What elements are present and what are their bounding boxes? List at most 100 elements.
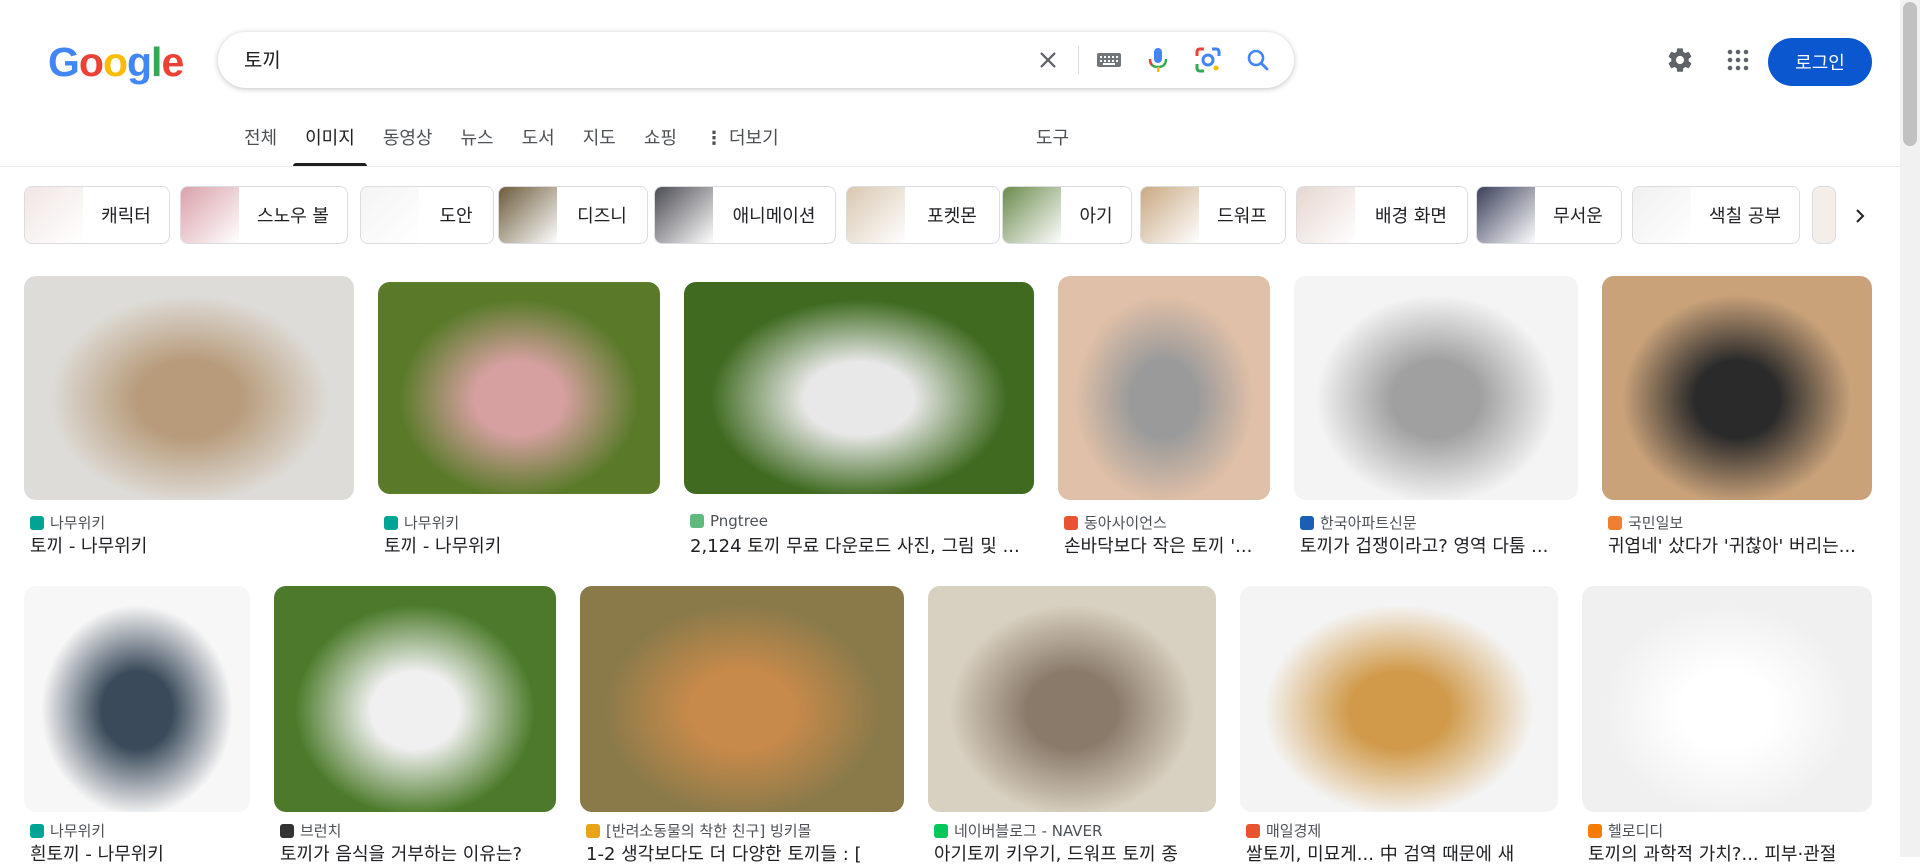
result-source[interactable]: 나무위키	[30, 820, 105, 841]
image-result[interactable]: 브런치 토끼가 음식을 거부하는 이유는?	[274, 586, 556, 865]
image-result[interactable]: Pngtree 2,124 토끼 무료 다운로드 사진, 그림 및 ...	[684, 276, 1034, 557]
chip-label: 캐릭터	[101, 206, 151, 227]
result-source[interactable]: 브런치	[280, 820, 341, 841]
related-chip[interactable]: 캐릭터	[24, 186, 170, 244]
result-source[interactable]: 네이버블로그 - NAVER	[934, 820, 1102, 841]
chip-thumbnail	[1633, 187, 1691, 243]
chip-thumbnail	[361, 187, 419, 243]
login-button[interactable]: 로그인	[1768, 38, 1872, 86]
tab-maps[interactable]: 지도	[583, 122, 616, 166]
microphone-icon[interactable]	[1140, 42, 1176, 78]
result-title[interactable]: 토끼가 겁쟁이라고? 영역 다툼 ...	[1300, 532, 1572, 558]
tab-images[interactable]: 이미지	[293, 122, 367, 166]
chip-label: 무서운	[1553, 206, 1603, 227]
search-input[interactable]: 토끼	[244, 32, 281, 88]
result-thumbnail[interactable]	[1058, 276, 1270, 500]
result-thumbnail[interactable]	[378, 282, 660, 494]
related-chip[interactable]: 스노우 볼	[180, 186, 348, 244]
related-chip[interactable]: 도안	[360, 186, 494, 244]
result-thumbnail[interactable]	[1602, 276, 1872, 500]
image-result[interactable]: 나무위키 흰토끼 - 나무위키	[24, 586, 250, 865]
result-source[interactable]: Pngtree	[690, 512, 768, 530]
result-title[interactable]: 1-2 생각보다도 더 다양한 토끼들 : [	[586, 840, 898, 866]
result-title[interactable]: 귀엽네' 샀다가 '귀찮아' 버리는...	[1608, 532, 1866, 558]
search-box[interactable]: 토끼	[218, 32, 1294, 88]
result-source[interactable]: 나무위키	[384, 512, 459, 533]
chip-thumbnail	[181, 187, 239, 243]
related-chip[interactable]: 드워프	[1140, 186, 1286, 244]
google-logo[interactable]: Google	[48, 38, 184, 86]
search-icon[interactable]	[1240, 42, 1276, 78]
result-thumbnail[interactable]	[274, 586, 556, 812]
result-thumbnail[interactable]	[684, 282, 1034, 494]
result-thumbnail[interactable]	[580, 586, 904, 812]
image-result[interactable]: [반려소동물의 착한 친구] 빙키몰 1-2 생각보다도 더 다양한 토끼들 : …	[580, 586, 904, 865]
lens-icon[interactable]	[1190, 42, 1226, 78]
image-result[interactable]: 나무위키 토끼 - 나무위키	[24, 276, 354, 557]
result-source[interactable]: 한국아파트신문	[1300, 512, 1417, 533]
logo-letter: o	[102, 39, 128, 85]
related-chip[interactable]: 배경 화면	[1296, 186, 1468, 244]
tab-all[interactable]: 전체	[244, 122, 277, 166]
related-chip[interactable]: 포켓몬	[846, 186, 1000, 244]
related-chip[interactable]: 애니메이션	[654, 186, 836, 244]
related-chip[interactable]: 색칠 공부	[1632, 186, 1800, 244]
chip-label: 도안	[439, 206, 473, 227]
result-source[interactable]: [반려소동물의 착한 친구] 빙키몰	[586, 820, 811, 841]
result-source-name: [반려소동물의 착한 친구] 빙키몰	[606, 822, 812, 840]
result-source[interactable]: 매일경제	[1246, 820, 1321, 841]
result-thumbnail[interactable]	[928, 586, 1216, 812]
related-chip[interactable]: 디즈니	[498, 186, 648, 244]
scrollbar-thumb[interactable]	[1903, 2, 1917, 146]
tab-books[interactable]: 도서	[522, 122, 555, 166]
chip-thumbnail	[499, 187, 557, 243]
tab-videos[interactable]: 동영상	[383, 122, 433, 166]
image-result[interactable]: 매일경제 쌀토끼, 미묘게... 中 검역 때문에 새	[1240, 586, 1558, 865]
result-title[interactable]: 쌀토끼, 미묘게... 中 검역 때문에 새	[1246, 840, 1552, 866]
result-thumbnail[interactable]	[24, 586, 250, 812]
settings-gear-icon[interactable]	[1664, 44, 1696, 76]
image-result[interactable]: 동아사이언스 손바닥보다 작은 토끼 '...	[1058, 276, 1270, 557]
keyboard-icon[interactable]	[1091, 42, 1127, 78]
site-favicon-icon	[1300, 515, 1314, 530]
result-title[interactable]: 2,124 토끼 무료 다운로드 사진, 그림 및 ...	[690, 532, 1028, 558]
result-title[interactable]: 손바닥보다 작은 토끼 '...	[1064, 532, 1264, 558]
site-favicon-icon	[384, 515, 398, 530]
chevron-right-icon[interactable]	[1842, 198, 1878, 234]
tab-news[interactable]: 뉴스	[461, 122, 494, 166]
result-thumbnail[interactable]	[1240, 586, 1558, 812]
clear-icon[interactable]	[1030, 42, 1066, 78]
result-title[interactable]: 토끼가 음식을 거부하는 이유는?	[280, 840, 550, 866]
site-favicon-icon	[1064, 515, 1078, 530]
result-thumbnail[interactable]	[1294, 276, 1578, 500]
site-favicon-icon	[280, 823, 294, 838]
tools-button[interactable]: 도구	[1036, 122, 1069, 156]
related-chip-partial[interactable]	[1812, 186, 1836, 244]
site-favicon-icon	[690, 514, 704, 528]
result-thumbnail[interactable]	[24, 276, 354, 500]
apps-grid-icon[interactable]	[1722, 44, 1754, 76]
related-chip[interactable]: 아기	[1002, 186, 1132, 244]
result-source[interactable]: 헬로디디	[1588, 820, 1663, 841]
image-result[interactable]: 국민일보 귀엽네' 샀다가 '귀찮아' 버리는...	[1602, 276, 1872, 557]
result-title[interactable]: 흰토끼 - 나무위키	[30, 840, 244, 866]
result-thumbnail[interactable]	[1582, 586, 1872, 812]
image-result[interactable]: 네이버블로그 - NAVER 아기토끼 키우기, 드워프 토끼 종	[928, 586, 1216, 865]
tab-more[interactable]: ⋮ 더보기	[705, 122, 779, 166]
more-vert-icon: ⋮	[705, 128, 723, 149]
image-result[interactable]: 헬로디디 토끼의 과학적 가치?... 피부·관절	[1582, 586, 1872, 865]
image-result[interactable]: 한국아파트신문 토끼가 겁쟁이라고? 영역 다툼 ...	[1294, 276, 1578, 557]
result-source[interactable]: 동아사이언스	[1064, 512, 1167, 533]
result-title[interactable]: 토끼의 과학적 가치?... 피부·관절	[1588, 840, 1866, 866]
result-title[interactable]: 아기토끼 키우기, 드워프 토끼 종	[934, 840, 1210, 866]
result-title[interactable]: 토끼 - 나무위키	[30, 532, 348, 558]
tab-label: 도서	[521, 128, 555, 149]
logo-letter: o	[78, 39, 104, 85]
result-title[interactable]: 토끼 - 나무위키	[384, 532, 654, 558]
image-result[interactable]: 나무위키 토끼 - 나무위키	[378, 276, 660, 557]
result-source[interactable]: 국민일보	[1608, 512, 1683, 533]
tab-shopping[interactable]: 쇼핑	[644, 122, 677, 166]
result-source[interactable]: 나무위키	[30, 512, 105, 533]
tab-label: 더보기	[729, 128, 779, 149]
related-chip[interactable]: 무서운	[1476, 186, 1622, 244]
